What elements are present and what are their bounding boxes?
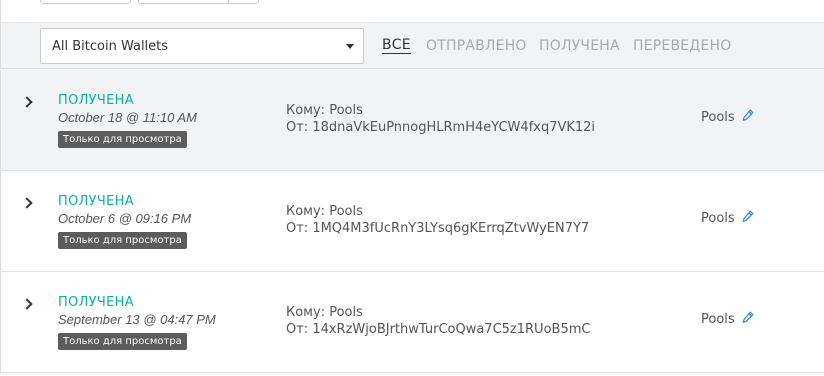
tab-transferred[interactable]: ПЕРЕВЕДЕНО xyxy=(633,38,731,54)
pencil-icon[interactable] xyxy=(742,210,754,224)
transaction-status: ПОЛУЧЕНА xyxy=(58,194,134,209)
transaction-label: Pools xyxy=(701,110,735,125)
chevron-right-icon[interactable] xyxy=(21,298,33,310)
wallet-select-value: All Bitcoin Wallets xyxy=(52,39,169,54)
chevron-right-icon[interactable] xyxy=(21,197,33,209)
view-only-badge: Только для просмотра xyxy=(58,333,187,350)
transaction-status: ПОЛУЧЕНА xyxy=(58,295,134,310)
transaction-label: Pools xyxy=(701,211,735,226)
tab-sent[interactable]: ОТПРАВЛЕНО xyxy=(426,38,527,54)
pencil-icon[interactable] xyxy=(742,109,754,123)
transaction-from: От: 14xRzWjoBJrthwTurCoQwa7C5z1RUoB5mC xyxy=(286,322,591,337)
transaction-from: От: 1MQ4M3fUcRnY3LYsq6gKErrqZtvWyEN7Y7 xyxy=(286,221,590,236)
transaction-date: September 13 @ 04:47 PM xyxy=(58,312,216,327)
wallet-select[interactable]: All Bitcoin Wallets xyxy=(40,28,364,64)
tab-received[interactable]: ПОЛУЧЕНА xyxy=(539,38,620,54)
transaction-label: Pools xyxy=(701,312,735,327)
pencil-icon[interactable] xyxy=(742,311,754,325)
filter-bar: All Bitcoin Wallets ВСЕ ОТПРАВЛЕНО ПОЛУЧ… xyxy=(0,22,824,69)
view-only-badge: Только для просмотра xyxy=(58,131,187,148)
transaction-to: Кому: Pools xyxy=(286,103,363,118)
transaction-to: Кому: Pools xyxy=(286,305,363,320)
view-only-badge: Только для просмотра xyxy=(58,232,187,249)
tab-all[interactable]: ВСЕ xyxy=(382,38,411,54)
transaction-from: От: 18dnaVkEuPnnogHLRmH4eYCW4fxq7VK12i xyxy=(286,120,596,135)
toolbar-dropdown-button[interactable] xyxy=(228,0,259,4)
transaction-row[interactable]: ПОЛУЧЕНА September 13 @ 04:47 PM Только … xyxy=(0,272,824,373)
top-toolbar xyxy=(0,0,824,22)
transaction-date: October 6 @ 09:16 PM xyxy=(58,211,192,226)
transaction-row[interactable]: ПОЛУЧЕНА October 6 @ 09:16 PM Только для… xyxy=(0,171,824,272)
chevron-right-icon[interactable] xyxy=(21,96,33,108)
transaction-row[interactable]: ПОЛУЧЕНА October 18 @ 11:10 AM Только дл… xyxy=(0,70,824,171)
transaction-to: Кому: Pools xyxy=(286,204,363,219)
transaction-date: October 18 @ 11:10 AM xyxy=(58,110,197,125)
toolbar-button[interactable] xyxy=(138,0,229,4)
toolbar-button[interactable] xyxy=(40,0,131,4)
caret-down-icon xyxy=(346,44,354,49)
transaction-status: ПОЛУЧЕНА xyxy=(58,93,134,108)
